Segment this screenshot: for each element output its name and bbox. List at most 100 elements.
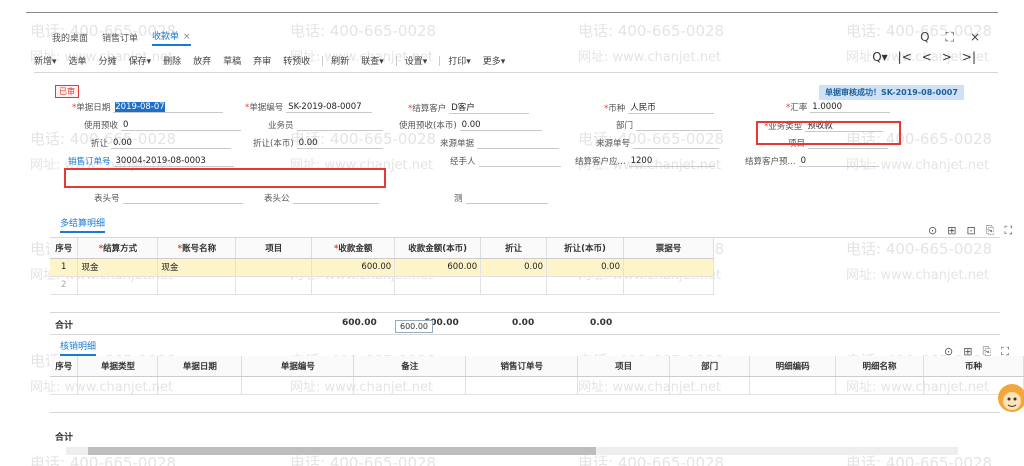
handler-input[interactable] bbox=[478, 156, 561, 167]
customer-label: *结算客户 bbox=[408, 104, 447, 114]
discount-input[interactable]: 0.00 bbox=[111, 138, 232, 149]
prev-record-icon[interactable]: < bbox=[922, 50, 932, 64]
expand-icon[interactable]: ⛶ bbox=[1004, 224, 1012, 238]
cell[interactable] bbox=[546, 276, 624, 295]
scrollbar-thumb[interactable] bbox=[88, 447, 596, 455]
cell[interactable]: 0.00 bbox=[480, 258, 548, 277]
save-button[interactable]: 保存▾ bbox=[129, 54, 152, 67]
currency-input[interactable]: 人民币 bbox=[628, 101, 715, 114]
divider bbox=[34, 72, 998, 73]
col-header: 明细编码 bbox=[749, 356, 837, 377]
salesman-input[interactable] bbox=[296, 120, 383, 131]
linked-query-button[interactable]: 联查▾ bbox=[361, 54, 384, 67]
toolbar: 新增▾ 选单 分摊 保存▾ 删除 放弃 草稿 弃审 转预收 刷新 联查▾ 设置▾… bbox=[34, 54, 517, 67]
tab-receipt[interactable]: 收款单 × bbox=[152, 29, 191, 46]
cell[interactable]: 600.00 bbox=[311, 258, 396, 277]
cell[interactable] bbox=[235, 258, 313, 277]
watermark-url: 网址: www.chanjet.net bbox=[846, 268, 990, 283]
new-button[interactable]: 新增▾ bbox=[34, 54, 57, 67]
table-row[interactable]: 2 bbox=[50, 276, 714, 295]
mascot-icon[interactable] bbox=[990, 380, 1024, 416]
cell[interactable]: 现金 bbox=[157, 258, 237, 277]
separator bbox=[439, 55, 441, 66]
discount-local-input[interactable]: 0.00 bbox=[296, 138, 383, 149]
header-common-input[interactable] bbox=[292, 193, 379, 204]
cell: 2 bbox=[50, 276, 79, 295]
tab-desktop[interactable]: 我的桌面 bbox=[52, 31, 88, 44]
allocate-button[interactable]: 分摊 bbox=[99, 54, 117, 67]
test-label: 测 bbox=[454, 194, 463, 204]
table-row[interactable] bbox=[50, 376, 1024, 395]
last-record-icon[interactable]: >| bbox=[962, 50, 976, 64]
maximize-icon[interactable]: ⛶ bbox=[946, 30, 954, 45]
source-no-label: 来源单号 bbox=[596, 139, 631, 149]
more-button[interactable]: 更多▾ bbox=[483, 54, 506, 67]
cell bbox=[835, 376, 924, 395]
layout-icon[interactable]: ⊡ bbox=[966, 224, 975, 238]
cell[interactable] bbox=[623, 258, 714, 277]
col-header: 折让(本币) bbox=[546, 238, 624, 259]
grid-icon[interactable]: ⊞ bbox=[947, 224, 956, 238]
select-button[interactable]: 选单 bbox=[69, 54, 87, 67]
receivable-label: 结算客户应... bbox=[575, 157, 626, 167]
cell[interactable] bbox=[77, 276, 159, 295]
print-button[interactable]: 打印▾ bbox=[448, 54, 471, 67]
discount-field: 折让 0.00 bbox=[91, 137, 232, 149]
copy-icon[interactable]: ⎘ bbox=[986, 224, 995, 238]
watermark-phone: 电话: 400-665-0028 bbox=[578, 22, 725, 40]
cell[interactable]: 600.00 bbox=[394, 258, 482, 277]
doc-date-input[interactable]: 2019-08-07 bbox=[113, 102, 224, 113]
unapprove-button[interactable]: 弃审 bbox=[253, 54, 271, 67]
close-icon[interactable]: × bbox=[970, 30, 980, 45]
dept-input[interactable] bbox=[636, 120, 723, 131]
writeoff-detail-tab[interactable]: 核销明细 bbox=[60, 339, 97, 356]
discount-label: 折让 bbox=[91, 139, 109, 149]
cell[interactable] bbox=[311, 276, 396, 295]
settings-button[interactable]: 设置▾ bbox=[405, 54, 428, 67]
tab-bar: 我的桌面 销售订单 收款单 × bbox=[52, 28, 191, 46]
zoom-icon[interactable]: Q▾ bbox=[872, 50, 887, 64]
source-no-input[interactable] bbox=[633, 138, 720, 149]
cell[interactable]: 现金 bbox=[77, 258, 159, 277]
draft-button[interactable]: 草稿 bbox=[223, 54, 241, 67]
col-header: 序号 bbox=[50, 356, 79, 377]
doc-no-input[interactable]: SK-2019-08-0007 bbox=[286, 102, 373, 113]
cell[interactable] bbox=[394, 276, 482, 295]
first-record-icon[interactable]: |< bbox=[898, 50, 912, 64]
cell[interactable] bbox=[623, 276, 714, 295]
horizontal-scrollbar[interactable] bbox=[66, 447, 958, 455]
to-prepay-button[interactable]: 转预收 bbox=[283, 54, 310, 67]
receipt-page: 电话: 400-665-0028 电话: 400-665-0028 电话: 40… bbox=[0, 0, 1024, 466]
tab-sales-order[interactable]: 销售订单 bbox=[102, 31, 138, 44]
location-icon[interactable]: ⊙ bbox=[928, 224, 937, 238]
salesman-field: 业务员 bbox=[268, 119, 383, 131]
close-icon[interactable]: × bbox=[183, 32, 191, 42]
prepaid-input[interactable]: 0 bbox=[798, 156, 879, 167]
cell[interactable] bbox=[157, 276, 237, 295]
cell[interactable]: 0.00 bbox=[546, 258, 624, 277]
col-header: 项目 bbox=[577, 356, 671, 377]
discard-button[interactable]: 放弃 bbox=[193, 54, 211, 67]
source-doc-label: 来源单据 bbox=[440, 139, 475, 149]
next-record-icon[interactable]: > bbox=[942, 50, 952, 64]
refresh-button[interactable]: 刷新 bbox=[331, 54, 349, 67]
test-input[interactable] bbox=[465, 193, 548, 204]
col-header: 部门 bbox=[669, 356, 751, 377]
table-row[interactable]: 1 现金 现金 600.00 600.00 0.00 0.00 bbox=[50, 258, 714, 277]
total-label: 合计 bbox=[55, 433, 74, 443]
delete-button[interactable]: 删除 bbox=[163, 54, 181, 67]
cell[interactable] bbox=[480, 276, 548, 295]
highlight-sales-order bbox=[64, 168, 386, 188]
settlement-detail-tab[interactable]: 多结算明细 bbox=[60, 216, 106, 233]
rate-input[interactable]: 1.0000 bbox=[810, 102, 891, 113]
cell[interactable] bbox=[235, 276, 313, 295]
source-doc-input[interactable] bbox=[477, 138, 560, 149]
header-no-input[interactable] bbox=[122, 193, 243, 204]
doc-date-field: *单据日期 2019-08-07 bbox=[72, 101, 224, 113]
use-prepay-input[interactable]: 0 bbox=[121, 120, 242, 131]
sales-order-input[interactable]: 30004-2019-08-0003 bbox=[113, 156, 234, 167]
customer-input[interactable]: D客户 bbox=[449, 101, 530, 114]
search-icon[interactable]: Q bbox=[920, 30, 929, 45]
receivable-input[interactable]: 1200 bbox=[628, 156, 715, 167]
use-prepay-local-input[interactable]: 0.00 bbox=[459, 120, 542, 131]
